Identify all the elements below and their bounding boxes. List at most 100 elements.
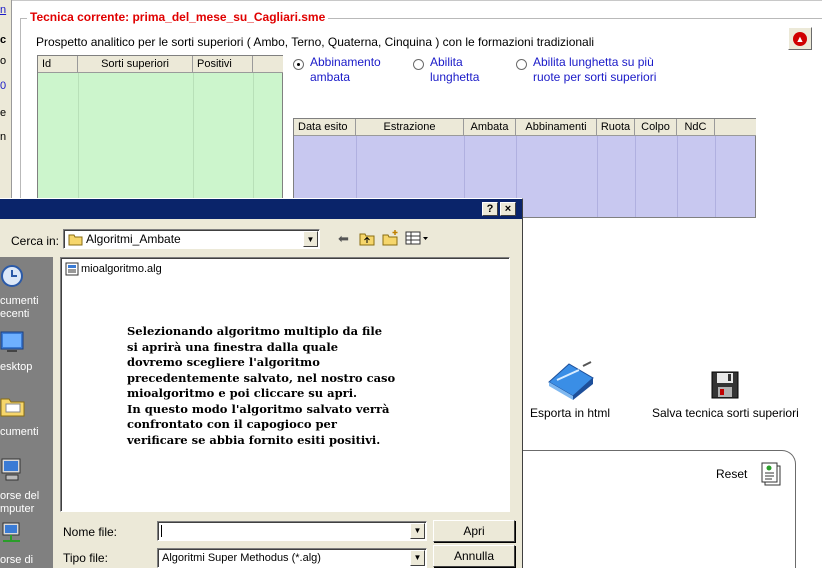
place-recent[interactable]: cumenti ecenti — [0, 295, 53, 321]
chevron-down-icon[interactable]: ▼ — [410, 523, 425, 539]
grid-line — [677, 136, 678, 217]
file-item[interactable]: mioalgoritmo.alg — [65, 262, 162, 276]
radio-checked-icon[interactable] — [293, 59, 304, 70]
save-technique-button[interactable]: Salva tecnica sorti superiori — [652, 370, 799, 420]
look-in-combo[interactable]: Algoritmi_Ambate ▼ — [63, 229, 320, 249]
grid-line — [715, 136, 716, 217]
tutorial-annotation: Selezionando algoritmo multiplo da file … — [127, 324, 396, 447]
grid-line — [253, 73, 254, 204]
column-header-ambata[interactable]: Ambata — [464, 119, 516, 136]
grid-line — [193, 73, 194, 204]
radio-lunghetta-ruote[interactable]: Abilita lunghetta su più ruote per sorti … — [516, 55, 656, 85]
column-header-data-esito[interactable]: Data esito — [294, 119, 356, 136]
dialog-titlebar[interactable]: ? × — [0, 199, 522, 219]
radio-abbinamento-ambata[interactable]: Abbinamento ambata — [293, 55, 381, 85]
column-header-ndc[interactable]: NdC — [677, 119, 715, 136]
column-header-ruota[interactable]: Ruota — [597, 119, 635, 136]
file-icon — [65, 262, 79, 276]
file-list[interactable]: mioalgoritmo.alg Selezionando algoritmo … — [60, 257, 510, 512]
grid-line — [78, 73, 79, 204]
filename-label: Nome file: — [63, 525, 118, 539]
export-html-label: Esporta in html — [530, 406, 611, 420]
text-cursor — [161, 525, 162, 537]
place-label: mputer — [0, 503, 35, 515]
floppy-disk-icon — [711, 371, 739, 399]
radio-label: Abilita lunghetta su più — [533, 55, 654, 69]
column-header-id[interactable]: Id — [38, 56, 78, 73]
left-strip-cell: c — [0, 34, 7, 46]
radio-label: ambata — [310, 70, 351, 84]
place-label: orse di rete — [0, 554, 34, 568]
left-strip-cell: o — [0, 55, 7, 67]
filetype-select[interactable]: Algoritmi Super Methodus (*.alg) ▼ — [157, 548, 427, 568]
filetype-label: Tipo file: — [63, 551, 108, 565]
place-label: ecenti — [0, 308, 30, 320]
place-label: cumenti — [0, 295, 39, 307]
computer-icon[interactable] — [0, 457, 26, 483]
filetype-value: Algoritmi Super Methodus (*.alg) — [162, 552, 321, 564]
reset-label: Reset — [716, 467, 748, 481]
column-header-positivi[interactable]: Positivi — [193, 56, 253, 73]
folder-icon — [68, 234, 83, 246]
reset-panel — [510, 450, 796, 568]
look-in-label: Cerca in: — [11, 234, 60, 248]
view-menu-icon[interactable] — [405, 231, 429, 246]
look-in-value: Algoritmi_Ambate — [86, 232, 181, 246]
export-html-button[interactable]: Esporta in html — [530, 360, 610, 420]
place-label: cumenti — [0, 426, 39, 438]
filename-input[interactable]: ▼ — [157, 521, 427, 541]
radio-abilita-lunghetta[interactable]: Abilita lunghetta — [413, 55, 479, 85]
left-strip-cell: n — [0, 131, 7, 143]
save-technique-label: Salva tecnica sorti superiori — [652, 406, 799, 420]
radio-unchecked-icon[interactable] — [516, 59, 527, 70]
place-label: orse del — [0, 490, 40, 502]
places-bar: cumenti ecenti esktop cumenti orse del mpu… — [0, 257, 53, 568]
chevron-down-icon[interactable]: ▼ — [410, 550, 425, 566]
help-button[interactable]: ? — [482, 202, 498, 216]
up-arrow-icon: ▲ — [793, 31, 807, 46]
left-strip-cell[interactable]: n — [0, 4, 11, 22]
radio-label: Abbinamento — [310, 55, 381, 69]
document-icon — [761, 462, 781, 486]
sorti-superiori-table[interactable]: Id Sorti superiori Positivi — [37, 55, 283, 205]
new-folder-icon[interactable] — [382, 229, 400, 247]
place-network[interactable]: orse di rete — [0, 554, 53, 568]
recent-documents-icon[interactable] — [0, 263, 26, 289]
place-desktop[interactable]: esktop — [0, 361, 53, 374]
open-file-dialog: ? × Cerca in: Algoritmi_Ambate ▼ ⬅ cumen… — [0, 198, 523, 568]
up-folder-icon[interactable] — [359, 231, 376, 247]
close-technique-button[interactable]: ▲ — [788, 27, 812, 50]
documents-folder-icon[interactable] — [0, 393, 26, 419]
column-header-abbinamenti[interactable]: Abbinamenti — [516, 119, 597, 136]
place-label: esktop — [0, 361, 33, 373]
place-computer[interactable]: orse del mputer — [0, 490, 53, 516]
file-name: mioalgoritmo.alg — [81, 263, 162, 275]
background-left-panel: n c o 0 e n — [0, 0, 12, 200]
groupbox-title: Tecnica corrente: prima_del_mese_su_Cagl… — [27, 10, 329, 24]
radio-label: lunghetta — [430, 70, 480, 84]
book-export-icon — [548, 361, 594, 400]
analysis-subtitle: Prospetto analitico per le sorti superio… — [36, 35, 595, 49]
radio-label: ruote per sorti superiori — [533, 70, 657, 84]
back-arrow-icon[interactable]: ⬅ — [338, 231, 349, 247]
top-divider — [0, 0, 822, 1]
column-header-sorti[interactable]: Sorti superiori — [78, 56, 193, 73]
left-strip-cell: e — [0, 107, 7, 119]
desktop-icon[interactable] — [0, 329, 26, 355]
chevron-down-icon[interactable]: ▼ — [303, 231, 318, 247]
reset-button[interactable] — [760, 461, 782, 487]
place-documents[interactable]: cumenti — [0, 426, 53, 439]
radio-unchecked-icon[interactable] — [413, 59, 424, 70]
grid-line — [597, 136, 598, 217]
left-strip-cell: 0 — [0, 80, 7, 92]
open-button[interactable]: Apri — [433, 520, 515, 542]
cancel-button[interactable]: Annulla — [433, 545, 515, 567]
radio-label: Abilita — [430, 55, 463, 69]
column-header-empty — [253, 56, 283, 73]
grid-line — [635, 136, 636, 217]
column-header-empty — [715, 119, 756, 136]
column-header-estrazione[interactable]: Estrazione — [356, 119, 464, 136]
column-header-colpo[interactable]: Colpo — [635, 119, 677, 136]
close-button[interactable]: × — [500, 202, 516, 216]
network-icon[interactable] — [0, 521, 26, 547]
